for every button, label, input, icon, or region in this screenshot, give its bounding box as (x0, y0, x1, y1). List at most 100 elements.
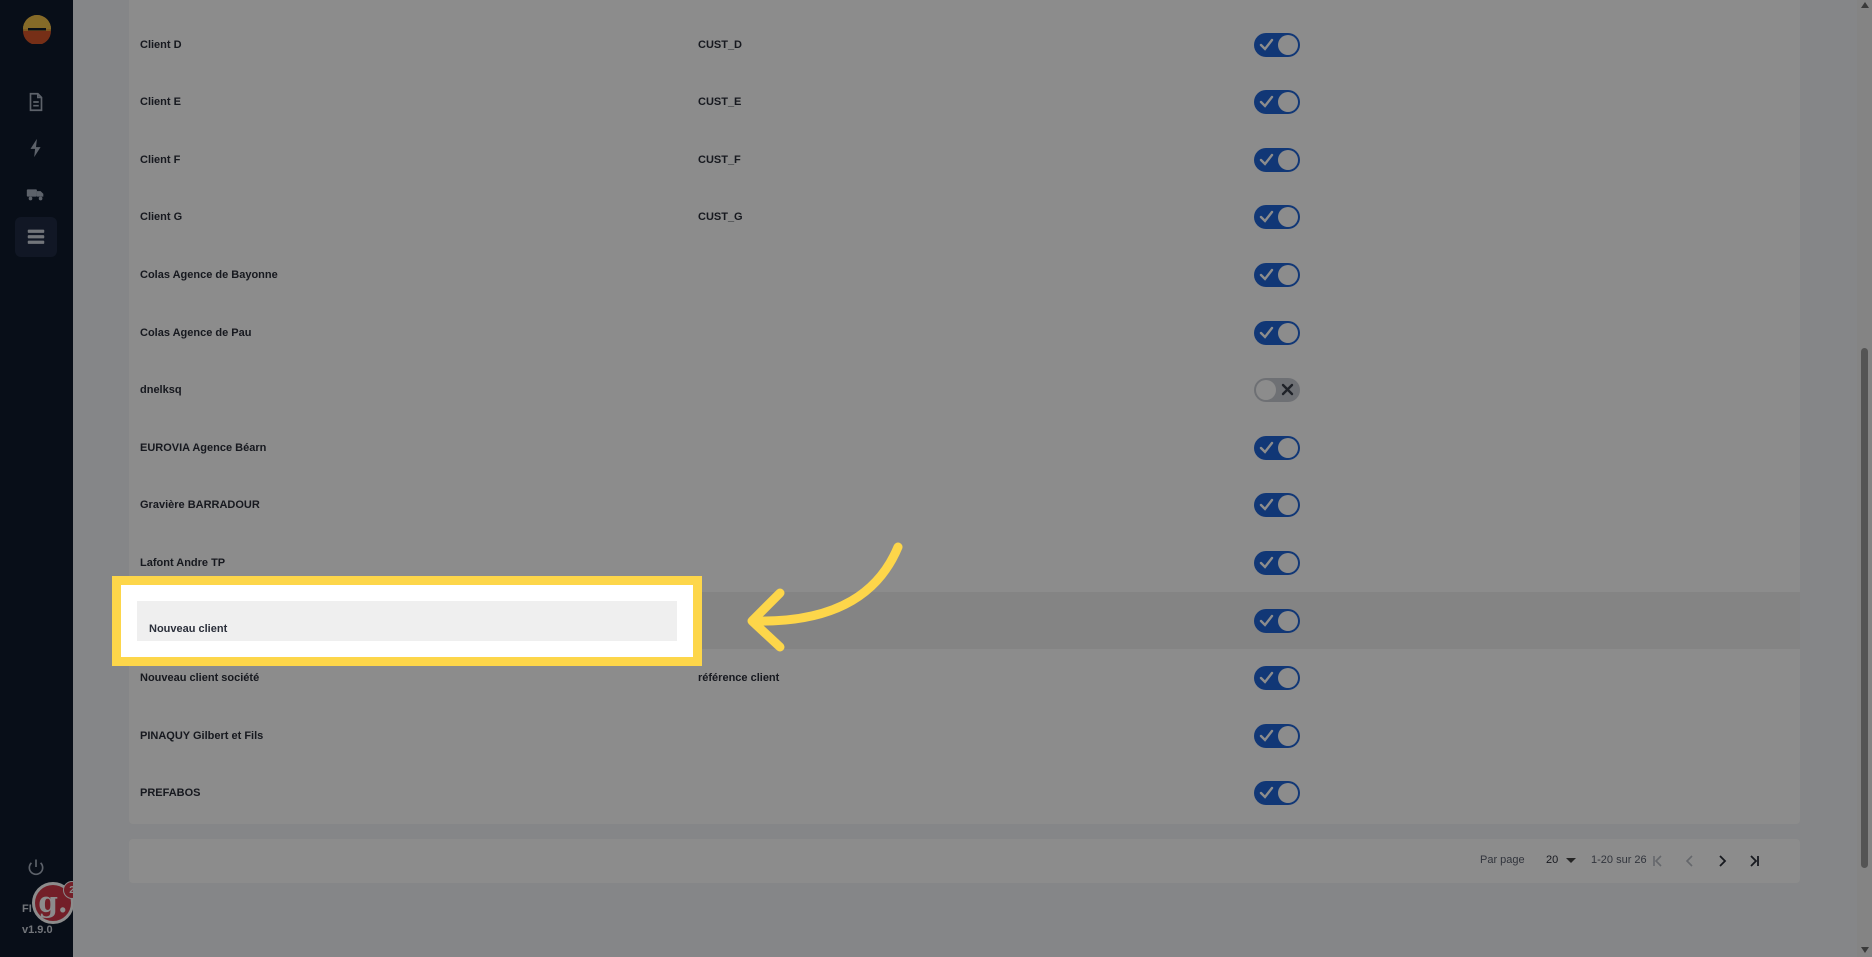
active-toggle[interactable] (1254, 781, 1300, 806)
app-version: v1.9.0 (22, 924, 53, 936)
toggle-knob (1278, 783, 1298, 804)
truck-icon (26, 189, 44, 201)
table-row[interactable]: Client D CUST_D (129, 16, 1800, 73)
client-name-cell: EUROVIA Agence Béarn (140, 441, 267, 454)
check-icon (1259, 268, 1274, 281)
table-row[interactable]: Client F CUST_F (129, 131, 1800, 188)
chevron-down-icon[interactable] (1566, 858, 1576, 863)
active-toggle[interactable] (1254, 205, 1300, 230)
client-name-cell: Nouveau client société (140, 672, 260, 685)
table-row[interactable]: Client E CUST_E (129, 74, 1800, 131)
list-icon (27, 229, 45, 244)
sidebar: FI v1.9.0 g. 2 (0, 0, 81, 957)
lightning-icon (30, 138, 41, 158)
toggle-knob (1278, 552, 1298, 573)
client-name-cell: Colas Agence de Bayonne (140, 268, 278, 281)
client-name-cell: Client F (140, 153, 181, 166)
table-row[interactable]: Client G CUST_G (129, 189, 1800, 246)
active-toggle[interactable] (1254, 147, 1300, 172)
toggle-knob (1278, 207, 1298, 228)
toggle-knob (1278, 725, 1298, 746)
previous-page-button[interactable] (1680, 851, 1700, 871)
client-name-cell: PREFABOS (140, 787, 201, 800)
per-page-label: Par page (1480, 854, 1525, 866)
client-name-cell: Client G (140, 211, 183, 224)
active-toggle[interactable] (1254, 378, 1300, 403)
active-toggle[interactable] (1254, 493, 1300, 518)
active-toggle[interactable] (1254, 320, 1300, 345)
scroll-down-icon[interactable] (1861, 947, 1869, 953)
highlight-box: Nouveau client (112, 576, 702, 666)
client-name-cell: Gravière BARRADOUR (140, 499, 260, 512)
document-icon (29, 92, 43, 112)
chevron-left-icon (1685, 855, 1693, 867)
per-page-select[interactable]: 20 (1546, 854, 1558, 866)
table-row[interactable]: EUROVIA Agence Béarn (129, 419, 1800, 476)
client-name-cell: PINAQUY Gilbert et Fils (140, 729, 264, 742)
close-icon (1281, 383, 1294, 396)
highlight-label: Nouveau client (149, 623, 228, 635)
app-logo[interactable] (22, 14, 52, 44)
toggle-knob (1278, 610, 1298, 631)
check-icon (1259, 441, 1274, 454)
check-icon (1259, 38, 1274, 51)
toggle-knob (1278, 92, 1298, 113)
active-toggle[interactable] (1254, 262, 1300, 287)
table-row[interactable]: Colas Agence de Pau (129, 304, 1800, 361)
table-row[interactable]: Gravière BARRADOUR (129, 477, 1800, 534)
client-name-cell: Client D (140, 38, 182, 51)
check-icon (1259, 326, 1274, 339)
sidebar-item-transport[interactable] (15, 173, 57, 213)
scroll-up-icon[interactable] (1861, 2, 1869, 8)
toggle-knob (1278, 264, 1298, 285)
app-name: FI (22, 903, 32, 915)
check-icon (1259, 729, 1274, 742)
active-toggle[interactable] (1254, 608, 1300, 633)
toggle-knob (1278, 34, 1298, 55)
active-toggle[interactable] (1254, 550, 1300, 575)
client-reference-cell: CUST_D (698, 38, 743, 51)
clients-table: Client D CUST_D Client E CUST_E Client F CUST… (129, 0, 1800, 824)
last-page-icon (1750, 855, 1759, 867)
check-icon (1259, 499, 1274, 512)
client-reference-cell: CUST_E (698, 96, 742, 109)
client-reference-cell: CUST_G (698, 211, 743, 224)
page-scrollbar[interactable] (1857, 0, 1872, 957)
check-icon (1259, 95, 1274, 108)
sidebar-item-actions[interactable] (15, 128, 57, 168)
active-toggle[interactable] (1254, 666, 1300, 691)
first-page-button[interactable] (1648, 851, 1668, 871)
power-icon[interactable] (26, 857, 46, 877)
toggle-knob (1256, 380, 1276, 401)
scroll-thumb[interactable] (1861, 348, 1868, 868)
active-toggle[interactable] (1254, 723, 1300, 748)
check-icon (1259, 614, 1274, 627)
pagination-bar: Par page 20 1-20 sur 26 (129, 839, 1800, 883)
main-content: Client D CUST_D Client E CUST_E Client F CUST… (73, 0, 1872, 957)
chevron-right-icon (1719, 855, 1727, 867)
sidebar-item-lists[interactable] (15, 217, 57, 257)
check-icon (1259, 556, 1274, 569)
next-page-button[interactable] (1712, 851, 1732, 871)
highlight-cell[interactable]: Nouveau client (137, 601, 677, 641)
toggle-knob (1278, 437, 1298, 458)
table-row[interactable]: PINAQUY Gilbert et Fils (129, 707, 1800, 764)
first-page-icon (1653, 855, 1662, 867)
check-icon (1259, 671, 1274, 684)
active-toggle[interactable] (1254, 90, 1300, 115)
client-name-cell: Lafont Andre TP (140, 556, 226, 569)
table-row[interactable]: dnelksq (129, 362, 1800, 419)
table-row[interactable]: PREFABOS (129, 765, 1800, 822)
last-page-button[interactable] (1744, 851, 1764, 871)
client-name-cell: dnelksq (140, 384, 182, 397)
table-row[interactable]: Colas Agence de Bayonne (129, 246, 1800, 303)
active-toggle[interactable] (1254, 32, 1300, 57)
client-reference-cell: CUST_F (698, 153, 741, 166)
sidebar-item-documents[interactable] (15, 82, 57, 122)
toggle-knob (1278, 149, 1298, 170)
active-toggle[interactable] (1254, 435, 1300, 460)
page-range: 1-20 sur 26 (1591, 854, 1647, 866)
toggle-knob (1278, 668, 1298, 689)
check-icon (1259, 211, 1274, 224)
client-name-cell: Client E (140, 96, 181, 109)
